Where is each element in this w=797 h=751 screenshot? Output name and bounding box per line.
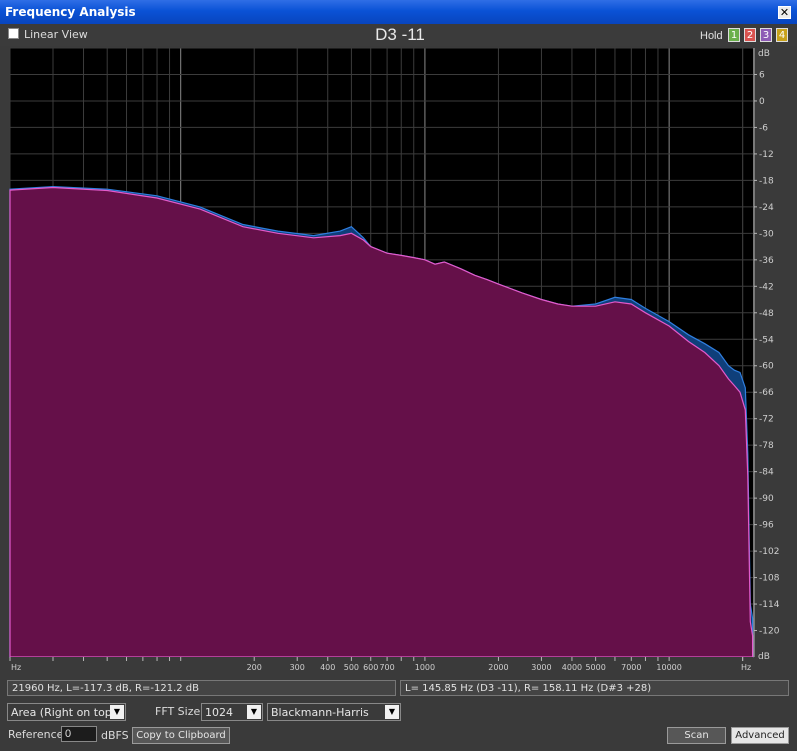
fft-size-select[interactable]: 1024 ▼	[201, 703, 263, 721]
x-tick-label: 300	[290, 663, 305, 672]
title-bar[interactable]: Frequency Analysis ✕	[0, 0, 797, 24]
x-tick-label: 700	[379, 663, 394, 672]
window-function-value: Blackmann-Harris	[271, 706, 369, 719]
y-tick-label: -12	[759, 150, 774, 160]
y-tick-label: -18	[759, 176, 774, 186]
window-title: Frequency Analysis	[5, 5, 136, 19]
y-tick-label: -6	[759, 123, 768, 133]
x-unit-label-left: Hz	[11, 663, 21, 672]
y-tick-label: -30	[759, 229, 774, 239]
y-tick-label: -60	[759, 362, 774, 372]
x-tick-label: 7000	[621, 663, 641, 672]
hold-button-1[interactable]: 1	[728, 28, 740, 42]
x-tick-label: 5000	[585, 663, 605, 672]
peak-readout: L= 145.85 Hz (D3 -11), R= 158.11 Hz (D#3…	[400, 680, 789, 696]
cursor-readout: 21960 Hz, L=-117.3 dB, R=-121.2 dB	[7, 680, 396, 696]
x-tick-label: 500	[344, 663, 359, 672]
y-tick-label: -90	[759, 494, 774, 504]
y-tick-label: -78	[759, 441, 774, 451]
scan-button[interactable]: Scan	[667, 727, 726, 744]
advanced-button[interactable]: Advanced	[731, 727, 789, 744]
x-tick-label: 400	[320, 663, 335, 672]
chevron-down-icon[interactable]: ▼	[247, 705, 261, 719]
x-tick-label: 10000	[656, 663, 681, 672]
x-tick-label: 200	[247, 663, 262, 672]
copy-to-clipboard-button[interactable]: Copy to Clipboard	[132, 727, 230, 744]
display-mode-select[interactable]: Area (Right on top) ▼	[7, 703, 126, 721]
x-tick-label: 3000	[531, 663, 551, 672]
chevron-down-icon[interactable]: ▼	[110, 705, 124, 719]
reference-input[interactable]: 0	[61, 726, 97, 742]
y-tick-label: -108	[759, 574, 780, 584]
y-tick-label: -48	[759, 309, 774, 319]
close-button[interactable]: ✕	[778, 6, 791, 19]
y-tick-label: -102	[759, 547, 779, 557]
linear-view-checkbox[interactable]	[8, 28, 19, 39]
y-tick-label: -54	[759, 335, 774, 345]
x-tick-label: 4000	[562, 663, 582, 672]
y-tick-label: -114	[759, 600, 780, 610]
x-tick-label: 600	[363, 663, 378, 672]
fft-size-value: 1024	[205, 706, 233, 719]
spectrum-plot[interactable]: dB 6 0 -6 -12 -18 -24 -30 -36 -42 -48 -54 -60 -66 -72 -…	[0, 46, 797, 676]
linear-view-label[interactable]: Linear View	[24, 28, 88, 41]
fft-size-label: FFT Size	[155, 705, 201, 718]
y-axis-strip	[754, 48, 794, 657]
y-tick-label: -36	[759, 256, 774, 266]
y-tick-label: -84	[759, 468, 774, 478]
frequency-analysis-window: Frequency Analysis ✕ Linear View D3 -11 …	[0, 0, 797, 751]
y-tick-label: -96	[759, 521, 774, 531]
reference-label: Reference	[8, 728, 64, 741]
reference-unit: dBFS	[101, 729, 129, 742]
hold-button-3[interactable]: 3	[760, 28, 772, 42]
x-unit-label-right: Hz	[741, 663, 751, 672]
window-function-select[interactable]: Blackmann-Harris ▼	[267, 703, 401, 721]
x-tick-label: 2000	[488, 663, 508, 672]
y-unit-label-bottom: dB	[758, 652, 770, 662]
y-tick-label: -120	[759, 627, 780, 637]
y-tick-label: 0	[759, 97, 765, 107]
note-readout: D3 -11	[375, 25, 425, 44]
x-tick-label: 1000	[415, 663, 435, 672]
hold-label: Hold	[700, 30, 723, 42]
y-unit-label-top: dB	[758, 49, 770, 59]
y-tick-label: -42	[759, 282, 774, 292]
display-mode-value: Area (Right on top)	[11, 706, 117, 719]
y-tick-label: -24	[759, 203, 774, 213]
y-tick-label: -66	[759, 388, 774, 398]
hold-button-2[interactable]: 2	[744, 28, 756, 42]
y-tick-label: 6	[759, 70, 765, 80]
hold-button-4[interactable]: 4	[776, 28, 788, 42]
chevron-down-icon[interactable]: ▼	[385, 705, 399, 719]
y-tick-label: -72	[759, 415, 774, 425]
